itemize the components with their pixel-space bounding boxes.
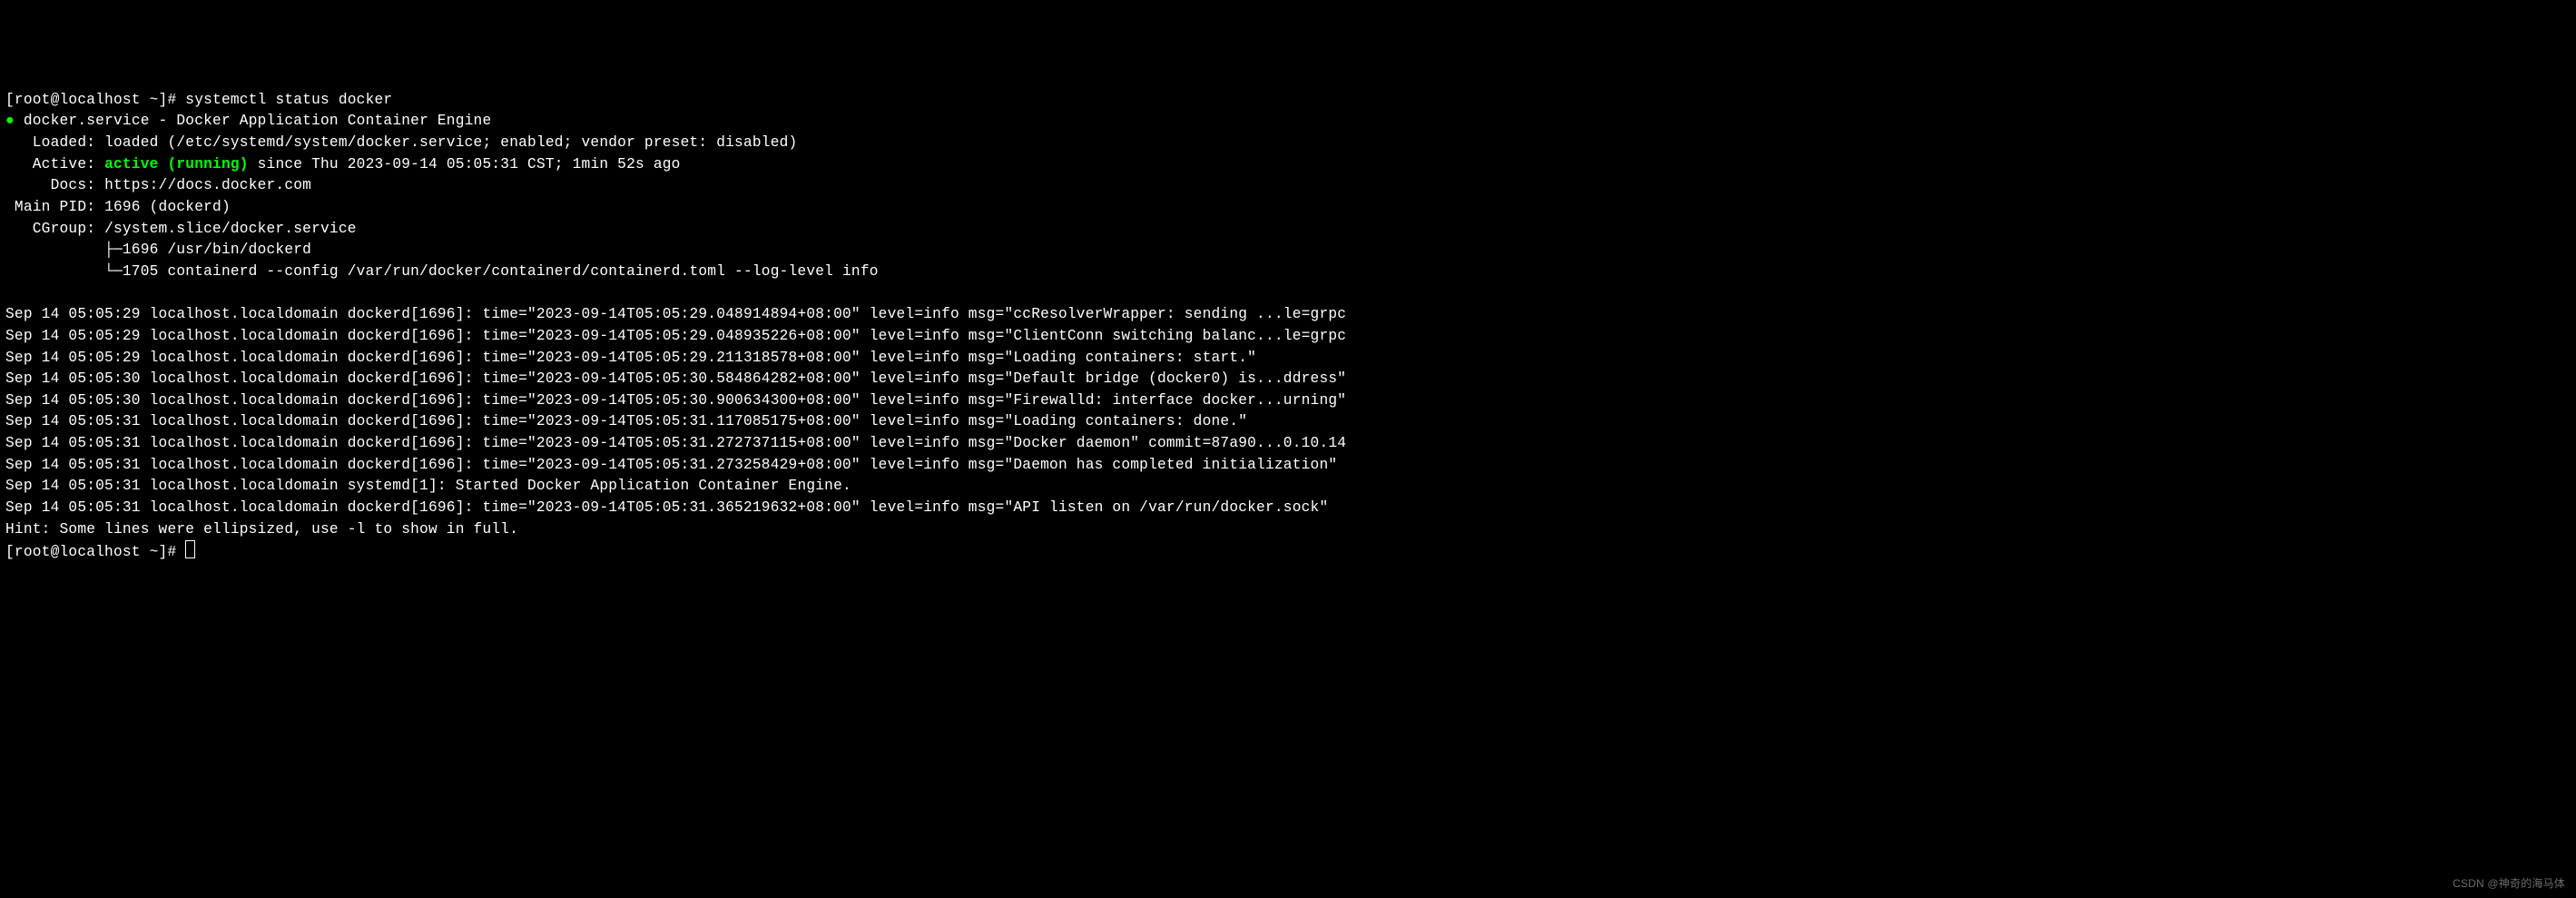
log-line: Sep 14 05:05:29 localhost.localdomain do…	[5, 350, 1256, 366]
cgroup-child: └─1705 containerd --config /var/run/dock…	[5, 263, 879, 280]
shell-prompt: [root@localhost ~]#	[5, 92, 185, 108]
watermark-text: CSDN @神奇的海马体	[2453, 876, 2565, 893]
cgroup-child: ├─1696 /usr/bin/dockerd	[5, 242, 311, 258]
active-since: since Thu 2023-09-14 05:05:31 CST; 1min …	[249, 156, 681, 173]
log-line: Sep 14 05:05:31 localhost.localdomain do…	[5, 435, 1346, 451]
mainpid-label: Main PID:	[5, 199, 104, 215]
log-line: Sep 14 05:05:31 localhost.localdomain do…	[5, 413, 1247, 429]
log-line: Sep 14 05:05:31 localhost.localdomain sy…	[5, 478, 851, 494]
log-line: Sep 14 05:05:31 localhost.localdomain do…	[5, 457, 1337, 473]
mainpid-value: 1696 (dockerd)	[104, 199, 231, 215]
shell-prompt: [root@localhost ~]#	[5, 544, 185, 560]
log-line: Sep 14 05:05:30 localhost.localdomain do…	[5, 370, 1346, 387]
status-bullet-icon: ●	[5, 113, 15, 129]
docs-value: https://docs.docker.com	[104, 177, 311, 193]
active-label: Active:	[5, 156, 104, 173]
loaded-value: loaded (/etc/systemd/system/docker.servi…	[104, 134, 797, 151]
loaded-label: Loaded:	[5, 134, 104, 151]
cgroup-value: /system.slice/docker.service	[104, 221, 357, 237]
log-line: Sep 14 05:05:31 localhost.localdomain do…	[5, 499, 1328, 516]
active-state: active (running)	[104, 156, 249, 173]
docs-label: Docs:	[5, 177, 104, 193]
terminal-output[interactable]: [root@localhost ~]# systemctl status doc…	[5, 90, 2571, 564]
log-line: Sep 14 05:05:30 localhost.localdomain do…	[5, 392, 1346, 409]
command-text: systemctl status docker	[185, 92, 392, 108]
service-title: docker.service - Docker Application Cont…	[24, 113, 492, 129]
log-line: Sep 14 05:05:29 localhost.localdomain do…	[5, 328, 1346, 344]
log-line: Sep 14 05:05:29 localhost.localdomain do…	[5, 306, 1346, 322]
cgroup-label: CGroup:	[5, 221, 104, 237]
hint-line: Hint: Some lines were ellipsized, use -l…	[5, 521, 518, 538]
cursor-icon	[185, 540, 195, 558]
